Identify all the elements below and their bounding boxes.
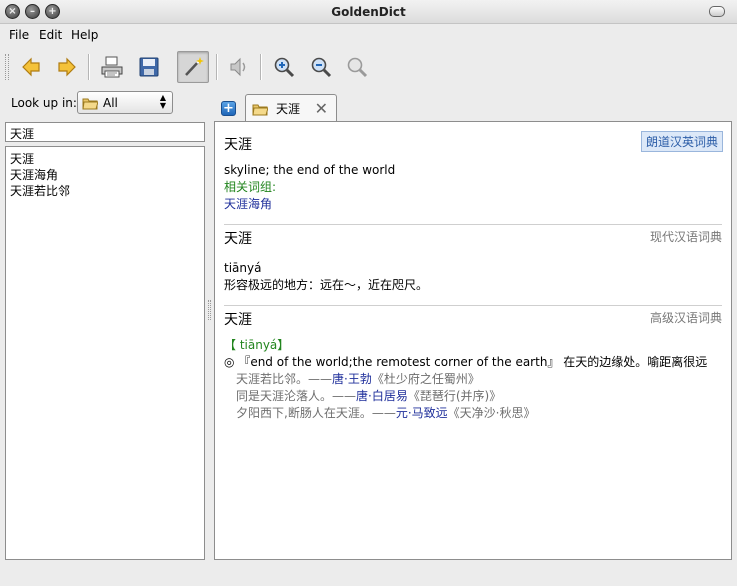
back-button[interactable] xyxy=(15,51,47,83)
headword: 天涯 xyxy=(224,312,252,328)
shade-window-button[interactable] xyxy=(709,6,725,17)
example: 同是天涯沦落人。——唐·白居易《琵琶行(并序)》 xyxy=(224,388,722,405)
section-divider xyxy=(224,305,722,306)
definition: ◎ 『end of the world;the remotest corner … xyxy=(224,354,722,371)
toolbar-separator xyxy=(260,54,262,80)
search-input[interactable]: 天涯 xyxy=(5,122,205,142)
forward-button[interactable] xyxy=(51,51,83,83)
menu-edit[interactable]: Edit xyxy=(39,28,62,42)
article-section: 天涯 现代汉语词典 tiānyá 形容极远的地方：远在～，近在咫尺。 xyxy=(224,228,722,294)
word-list: 天涯 天涯海角 天涯若比邻 xyxy=(5,146,205,560)
menu-help[interactable]: Help xyxy=(71,28,98,42)
scan-popup-toggle[interactable] xyxy=(177,51,209,83)
tab-label: 天涯 xyxy=(276,102,301,116)
pinyin: 【 tiānyá】 xyxy=(224,338,290,352)
toolbar-separator xyxy=(88,54,90,80)
new-tab-button[interactable]: + xyxy=(221,101,236,116)
article-view: 天涯 朗道汉英词典 skyline; the end of the world … xyxy=(214,121,732,560)
folder-icon xyxy=(82,98,98,109)
zoom-reset-icon xyxy=(347,57,368,78)
splitter-handle[interactable] xyxy=(208,300,211,320)
example-text: 同是天涯沦落人。—— xyxy=(236,389,357,403)
save-icon xyxy=(139,57,159,77)
zoom-in-icon xyxy=(274,57,295,78)
toolbar xyxy=(0,46,737,88)
window-title: GoldenDict xyxy=(331,5,406,19)
related-label: 相关词组: xyxy=(224,180,277,194)
title-bar: × – + GoldenDict xyxy=(0,0,737,24)
example: 天涯若比邻。——唐·王勃《杜少府之任蜀州》 xyxy=(224,371,722,388)
list-item[interactable]: 天涯若比邻 xyxy=(10,183,200,199)
example-author: 唐·王勃 xyxy=(332,372,372,386)
headword: 天涯 xyxy=(224,231,252,247)
menu-bar: File Edit Help xyxy=(0,25,737,45)
example-work: 《杜少府之任蜀州》 xyxy=(371,372,480,386)
forward-icon xyxy=(58,57,76,77)
example-work: 《天净沙·秋思》 xyxy=(447,406,536,420)
example-work: 《琵琶行(并序)》 xyxy=(407,389,502,403)
list-item[interactable]: 天涯海角 xyxy=(10,167,200,183)
dictionary-name[interactable]: 高级汉语词典 xyxy=(650,309,722,326)
save-button[interactable] xyxy=(133,51,165,83)
print-button[interactable] xyxy=(96,51,128,83)
definition: 形容极远的地方：远在～，近在咫尺。 xyxy=(224,278,429,292)
example-text: 天涯若比邻。—— xyxy=(236,372,333,386)
zoom-in-button[interactable] xyxy=(268,51,300,83)
folder-icon xyxy=(252,104,268,115)
example-author: 元·马致远 xyxy=(395,406,448,420)
dictionary-name[interactable]: 朗道汉英词典 xyxy=(640,131,723,152)
back-icon xyxy=(22,57,40,77)
dictionary-group-value: All xyxy=(103,95,118,110)
example-text: 夕阳西下,断肠人在天涯。—— xyxy=(236,406,396,420)
toolbar-separator xyxy=(216,54,218,80)
pronounce-icon xyxy=(230,57,246,77)
example: 夕阳西下,断肠人在天涯。——元·马致远《天净沙·秋思》 xyxy=(224,405,722,422)
toolbar-grip[interactable] xyxy=(5,54,9,80)
definition: skyline; the end of the world xyxy=(224,163,396,177)
print-icon xyxy=(101,56,123,78)
pronounce-button[interactable] xyxy=(223,51,255,83)
pinyin: tiānyá xyxy=(224,261,262,275)
definition-english: 『end of the world;the remotest corner of… xyxy=(238,355,560,369)
definition-bullet: ◎ xyxy=(224,355,235,369)
tab-article[interactable]: 天涯 ✕ xyxy=(245,94,337,122)
list-item[interactable]: 天涯 xyxy=(10,151,200,167)
menu-file[interactable]: File xyxy=(9,28,29,42)
close-tab-icon[interactable]: ✕ xyxy=(315,99,328,118)
zoom-out-icon xyxy=(311,57,332,78)
article-section: 天涯 朗道汉英词典 skyline; the end of the world … xyxy=(224,131,723,213)
example-author: 唐·白居易 xyxy=(356,389,408,403)
spin-arrows-icon: ▲ ▼ xyxy=(159,93,167,110)
dictionary-group-select[interactable]: All ▲ ▼ xyxy=(77,91,173,114)
scan-popup-icon xyxy=(185,57,204,76)
zoom-reset-button[interactable] xyxy=(341,51,373,83)
dictionary-name[interactable]: 现代汉语词典 xyxy=(650,228,722,245)
related-link[interactable]: 天涯海角 xyxy=(224,196,722,213)
section-divider xyxy=(224,224,722,225)
definition-chinese: 在天的边缘处。喻距离很远 xyxy=(563,355,708,369)
article-section: 天涯 高级汉语词典 【 tiānyá】 ◎ 『end of the world;… xyxy=(224,309,722,422)
headword: 天涯 xyxy=(224,137,252,153)
zoom-out-button[interactable] xyxy=(305,51,337,83)
lookup-label: Look up in: xyxy=(11,96,77,110)
